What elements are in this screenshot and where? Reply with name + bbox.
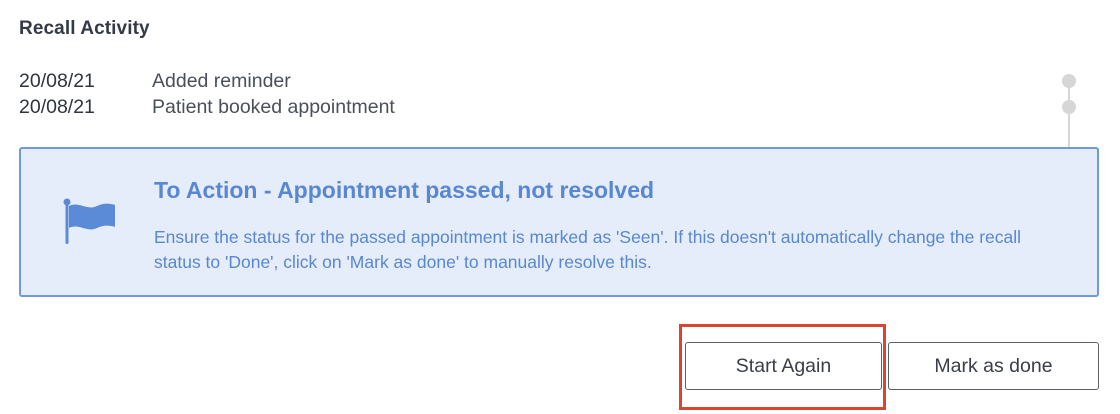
- action-alert: To Action - Appointment passed, not reso…: [19, 147, 1099, 297]
- alert-message: Ensure the status for the passed appoint…: [154, 227, 1022, 272]
- activity-list: 20/08/21 Added reminder 20/08/21 Patient…: [19, 68, 395, 120]
- activity-item: 20/08/21 Added reminder: [19, 68, 395, 94]
- alert-title: To Action - Appointment passed, not reso…: [154, 177, 655, 203]
- timeline-dot: [1062, 74, 1076, 88]
- activity-description: Patient booked appointment: [152, 95, 395, 118]
- activity-description: Added reminder: [152, 69, 291, 92]
- flag-icon: [61, 197, 117, 247]
- recall-activity-panel: Recall Activity 20/08/21 Added reminder …: [0, 0, 1120, 414]
- activity-date: 20/08/21: [19, 69, 95, 92]
- start-again-button[interactable]: Start Again: [685, 342, 882, 390]
- activity-item: 20/08/21 Patient booked appointment: [19, 94, 395, 120]
- timeline-dot: [1062, 100, 1076, 114]
- activity-date: 20/08/21: [19, 95, 95, 118]
- mark-as-done-button[interactable]: Mark as done: [888, 342, 1099, 390]
- section-title: Recall Activity: [19, 18, 150, 39]
- timeline-connector: [1068, 86, 1070, 152]
